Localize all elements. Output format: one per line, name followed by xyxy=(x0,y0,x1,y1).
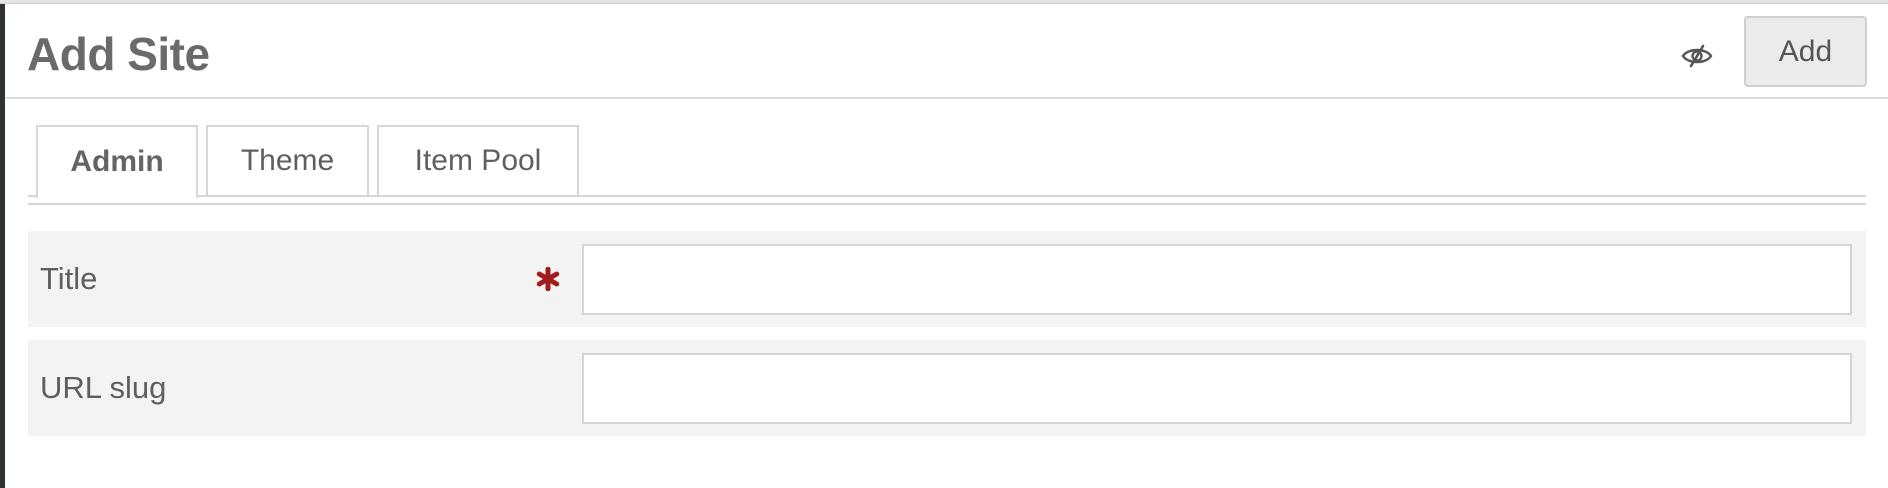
url-slug-field-row: URL slug xyxy=(28,340,1866,436)
visibility-toggle[interactable] xyxy=(1678,37,1716,75)
title-label: Title xyxy=(40,261,98,296)
title-input[interactable] xyxy=(582,244,1852,315)
tab-theme[interactable]: Theme xyxy=(206,125,369,197)
tab-admin[interactable]: Admin xyxy=(36,125,198,199)
required-asterisk-icon xyxy=(535,259,561,299)
tab-divider-lower xyxy=(28,203,1866,205)
add-button[interactable]: Add xyxy=(1744,16,1867,87)
page-title: Add Site xyxy=(27,28,210,80)
tab-item-pool[interactable]: Item Pool xyxy=(377,125,579,197)
tab-bar: Admin Theme Item Pool xyxy=(28,125,1866,206)
url-slug-label: URL slug xyxy=(40,370,167,405)
title-field-row: Title xyxy=(28,231,1866,327)
page-header: Add Site Add xyxy=(5,4,1888,99)
eye-slash-icon xyxy=(1681,44,1713,68)
url-slug-input[interactable] xyxy=(582,353,1852,424)
